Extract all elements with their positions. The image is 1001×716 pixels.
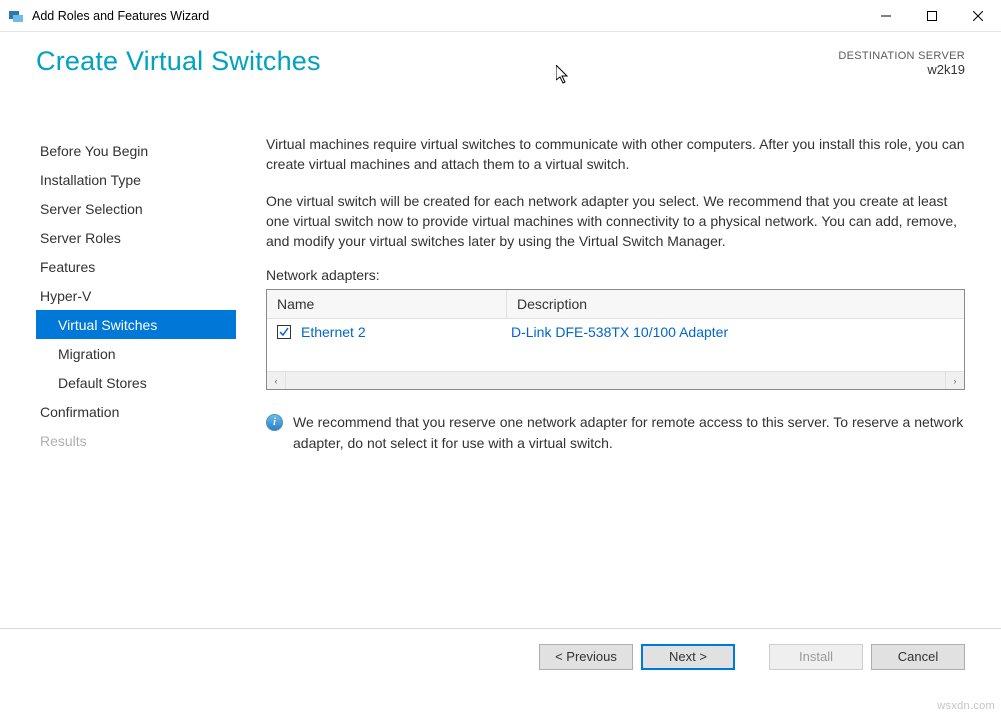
adapter-name: Ethernet 2 (301, 324, 511, 340)
destination-block: DESTINATION SERVER w2k19 (838, 50, 965, 77)
step-virtual-switches[interactable]: Virtual Switches (36, 310, 236, 339)
titlebar: Add Roles and Features Wizard (0, 0, 1001, 32)
watermark: wsxdn.com (937, 700, 995, 712)
step-before-you-begin[interactable]: Before You Begin (36, 136, 236, 165)
adapter-description: D-Link DFE-538TX 10/100 Adapter (511, 324, 954, 340)
info-note: i We recommend that you reserve one netw… (266, 412, 965, 453)
step-hyper-v[interactable]: Hyper-V (36, 281, 236, 310)
info-icon: i (266, 414, 283, 431)
destination-server-name: w2k19 (838, 62, 965, 77)
intro-paragraph-1: Virtual machines require virtual switche… (266, 134, 965, 175)
cancel-button[interactable]: Cancel (871, 644, 965, 670)
header: Create Virtual Switches DESTINATION SERV… (0, 32, 1001, 122)
close-button[interactable] (955, 0, 1001, 32)
install-button: Install (769, 644, 863, 670)
step-server-selection[interactable]: Server Selection (36, 194, 236, 223)
app-icon (8, 8, 24, 24)
previous-button[interactable]: < Previous (539, 644, 633, 670)
window-controls (863, 0, 1001, 32)
adapter-checkbox[interactable] (277, 325, 291, 339)
scroll-left-icon[interactable]: ‹ (267, 372, 285, 390)
next-button[interactable]: Next > (641, 644, 735, 670)
window-title: Add Roles and Features Wizard (32, 9, 209, 23)
step-confirmation[interactable]: Confirmation (36, 397, 236, 426)
step-migration[interactable]: Migration (36, 339, 236, 368)
info-text: We recommend that you reserve one networ… (293, 412, 965, 453)
step-default-stores[interactable]: Default Stores (36, 368, 236, 397)
content: Virtual machines require virtual switche… (236, 122, 965, 628)
adapters-label: Network adapters: (266, 267, 965, 283)
footer: < Previous Next > Install Cancel (0, 628, 1001, 684)
table-header: Name Description (267, 290, 964, 319)
network-adapters-table: Name Description Ethernet 2 D-Link DFE-5… (266, 289, 965, 390)
minimize-button[interactable] (863, 0, 909, 32)
column-description[interactable]: Description (507, 290, 964, 318)
sidebar: Before You Begin Installation Type Serve… (36, 122, 236, 628)
main: Before You Begin Installation Type Serve… (0, 122, 1001, 628)
column-name[interactable]: Name (267, 290, 507, 318)
intro-paragraph-2: One virtual switch will be created for e… (266, 191, 965, 252)
table-row[interactable]: Ethernet 2 D-Link DFE-538TX 10/100 Adapt… (267, 319, 964, 345)
destination-label: DESTINATION SERVER (838, 50, 965, 62)
step-installation-type[interactable]: Installation Type (36, 165, 236, 194)
step-results: Results (36, 426, 236, 455)
step-server-roles[interactable]: Server Roles (36, 223, 236, 252)
scroll-track[interactable] (285, 372, 946, 389)
step-features[interactable]: Features (36, 252, 236, 281)
maximize-button[interactable] (909, 0, 955, 32)
horizontal-scrollbar[interactable]: ‹ › (267, 371, 964, 389)
scroll-right-icon[interactable]: › (946, 372, 964, 390)
table-body: Ethernet 2 D-Link DFE-538TX 10/100 Adapt… (267, 319, 964, 371)
page-title: Create Virtual Switches (36, 46, 321, 77)
